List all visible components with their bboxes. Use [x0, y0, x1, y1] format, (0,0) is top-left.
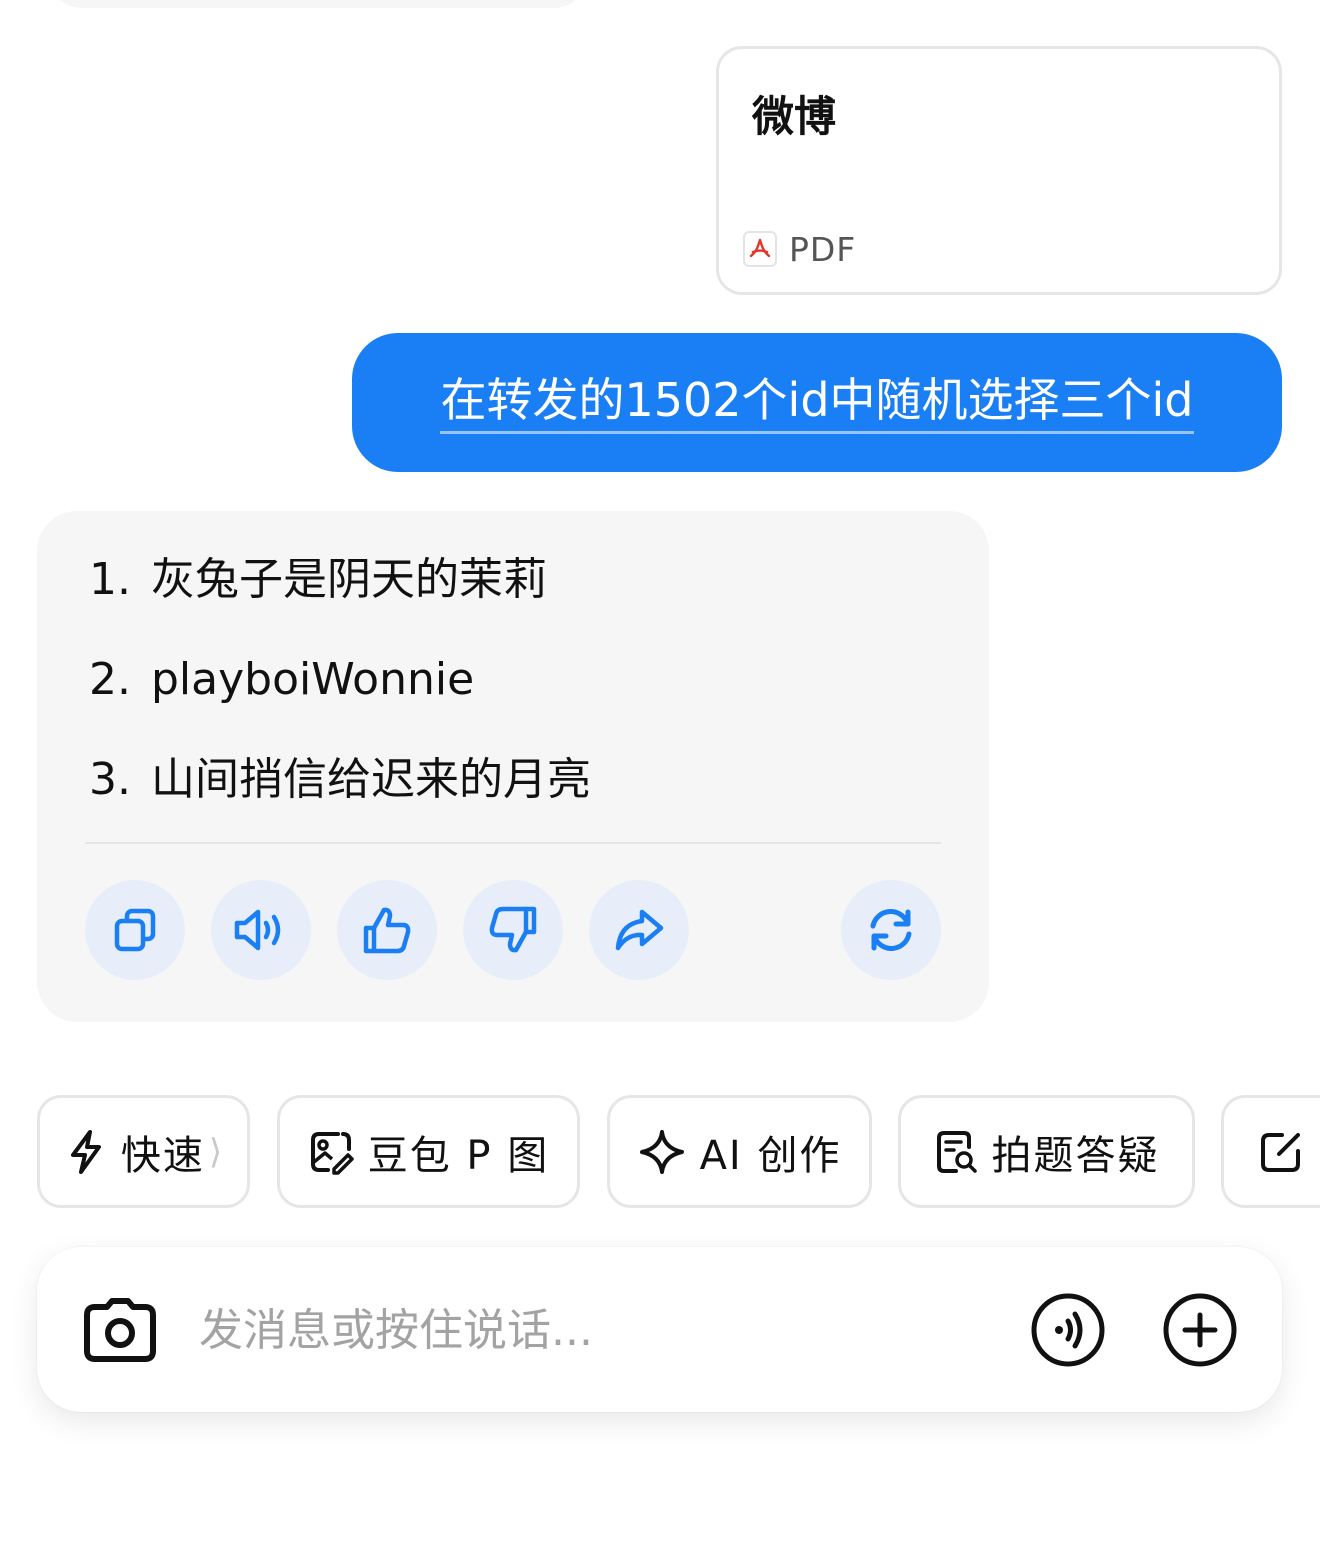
previous-message-edge	[48, 0, 588, 8]
chat-screen: 微博 PDF 在转发的1502个id中随机选择三个id 1. 灰兔子是阴天的茉莉…	[0, 0, 1320, 1551]
image-edit-icon	[310, 1131, 354, 1175]
copy-icon	[114, 908, 156, 952]
edit-note-icon	[1261, 1132, 1300, 1172]
chip-ai-create[interactable]: AI 创作	[607, 1095, 872, 1208]
assistant-answer-list: 1. 灰兔子是阴天的茉莉 2. playboiWonnie 3. 山间捎信给迟来…	[89, 551, 591, 851]
chevron-right-icon: ⟩	[208, 1131, 223, 1172]
file-type-row: PDF	[743, 229, 856, 269]
sparkle-icon	[639, 1129, 684, 1174]
regenerate-icon	[870, 909, 912, 951]
like-button[interactable]	[337, 880, 437, 980]
camera-icon	[84, 1298, 156, 1362]
regenerate-button[interactable]	[841, 880, 941, 980]
file-type-label: PDF	[789, 229, 857, 269]
camera-button[interactable]	[82, 1292, 158, 1368]
add-attachment-button[interactable]	[1161, 1291, 1239, 1369]
quick-action-bar: 快速 ⟩ 豆包 P 图 AI 创作 拍题答疑	[0, 1095, 1320, 1209]
assistant-message-bubble: 1. 灰兔子是阴天的茉莉 2. playboiWonnie 3. 山间捎信给迟来…	[37, 511, 989, 1022]
chip-label: AI 创作	[699, 1132, 842, 1179]
document-search-icon	[936, 1130, 977, 1173]
list-item-text: 灰兔子是阴天的茉莉	[151, 554, 547, 605]
thumbs-up-icon	[363, 907, 411, 954]
list-item-text: playboiWonnie	[151, 654, 475, 705]
list-item: 2. playboiWonnie	[89, 651, 591, 751]
dislike-button[interactable]	[463, 880, 563, 980]
chip-photo-question[interactable]: 拍题答疑	[898, 1095, 1195, 1208]
chip-label: 快速	[120, 1132, 205, 1179]
user-message-text: 在转发的1502个id中随机选择三个id	[440, 371, 1194, 434]
voice-wave-icon	[1031, 1293, 1105, 1367]
plus-circle-icon	[1163, 1293, 1237, 1367]
user-message-bubble[interactable]: 在转发的1502个id中随机选择三个id	[352, 333, 1282, 472]
copy-button[interactable]	[85, 880, 185, 980]
list-item-number: 3.	[89, 754, 131, 805]
file-title: 微博	[752, 92, 837, 141]
chip-label: 拍题答疑	[991, 1132, 1160, 1179]
list-item-number: 2.	[89, 654, 131, 705]
message-input[interactable]	[199, 1297, 999, 1363]
list-item-text: 山间捎信给迟来的月亮	[151, 754, 591, 805]
chip-label: 豆包 P 图	[367, 1132, 550, 1179]
lightning-icon	[70, 1129, 101, 1174]
list-item: 3. 山间捎信给迟来的月亮	[89, 751, 591, 851]
pdf-icon	[743, 231, 777, 267]
chip-image-edit[interactable]: 豆包 P 图	[277, 1095, 580, 1208]
read-aloud-button[interactable]	[211, 880, 311, 980]
file-attachment-card[interactable]: 微博 PDF	[716, 46, 1282, 295]
chip-fast-mode[interactable]: 快速 ⟩	[37, 1095, 250, 1208]
speaker-icon	[234, 909, 281, 951]
voice-call-button[interactable]	[1029, 1291, 1107, 1369]
thumbs-down-icon	[489, 906, 537, 953]
share-icon	[615, 909, 664, 951]
divider	[85, 842, 941, 844]
message-input-bar	[37, 1247, 1282, 1412]
list-item: 1. 灰兔子是阴天的茉莉	[89, 551, 591, 651]
chip-write[interactable]	[1221, 1095, 1320, 1208]
share-button[interactable]	[589, 880, 689, 980]
list-item-number: 1.	[89, 554, 131, 605]
